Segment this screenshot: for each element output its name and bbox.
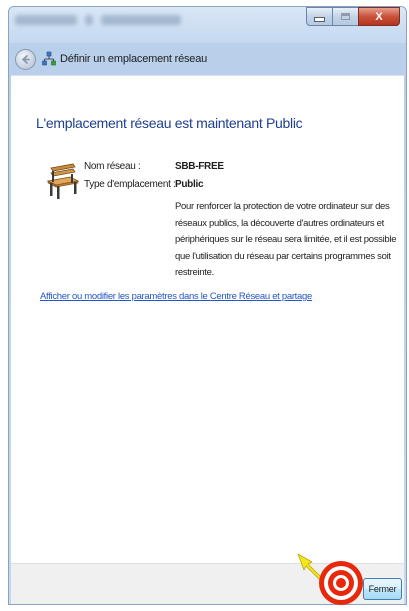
close-button[interactable]: Fermer — [363, 578, 402, 600]
caption-buttons: X — [306, 7, 400, 27]
description-text: Pour renforcer la protection de votre or… — [175, 201, 397, 278]
maximize-icon — [341, 13, 350, 20]
back-button[interactable] — [15, 48, 36, 70]
title-bar[interactable]: X — [9, 7, 406, 43]
close-window-button[interactable]: X — [358, 7, 400, 26]
dialog-title: Définir un emplacement réseau — [60, 53, 208, 65]
dialog-window: X Définir un emplacement réseau L'emplac… — [8, 6, 407, 605]
park-bench-icon — [45, 162, 81, 200]
page-heading: L'emplacement réseau est maintenant Publ… — [36, 115, 303, 131]
network-name-label: Nom réseau : — [84, 161, 141, 172]
content-area: L'emplacement réseau est maintenant Publ… — [11, 75, 404, 564]
network-name-value: SBB-FREE — [175, 161, 224, 172]
navigation-row: Définir un emplacement réseau — [9, 43, 406, 75]
close-icon: X — [375, 10, 383, 23]
network-icon — [42, 51, 56, 67]
location-type-label: Type d'emplacement : — [84, 179, 176, 190]
location-type-value: Public — [175, 179, 204, 190]
maximize-button[interactable] — [332, 7, 358, 26]
target-icon — [318, 560, 364, 606]
back-arrow-icon — [22, 54, 30, 64]
minimize-button[interactable] — [306, 7, 332, 26]
title-bar-blurred-background — [15, 11, 255, 29]
network-sharing-center-link[interactable]: Afficher ou modifier les paramètres dans… — [40, 291, 312, 302]
minimize-icon — [314, 17, 325, 22]
